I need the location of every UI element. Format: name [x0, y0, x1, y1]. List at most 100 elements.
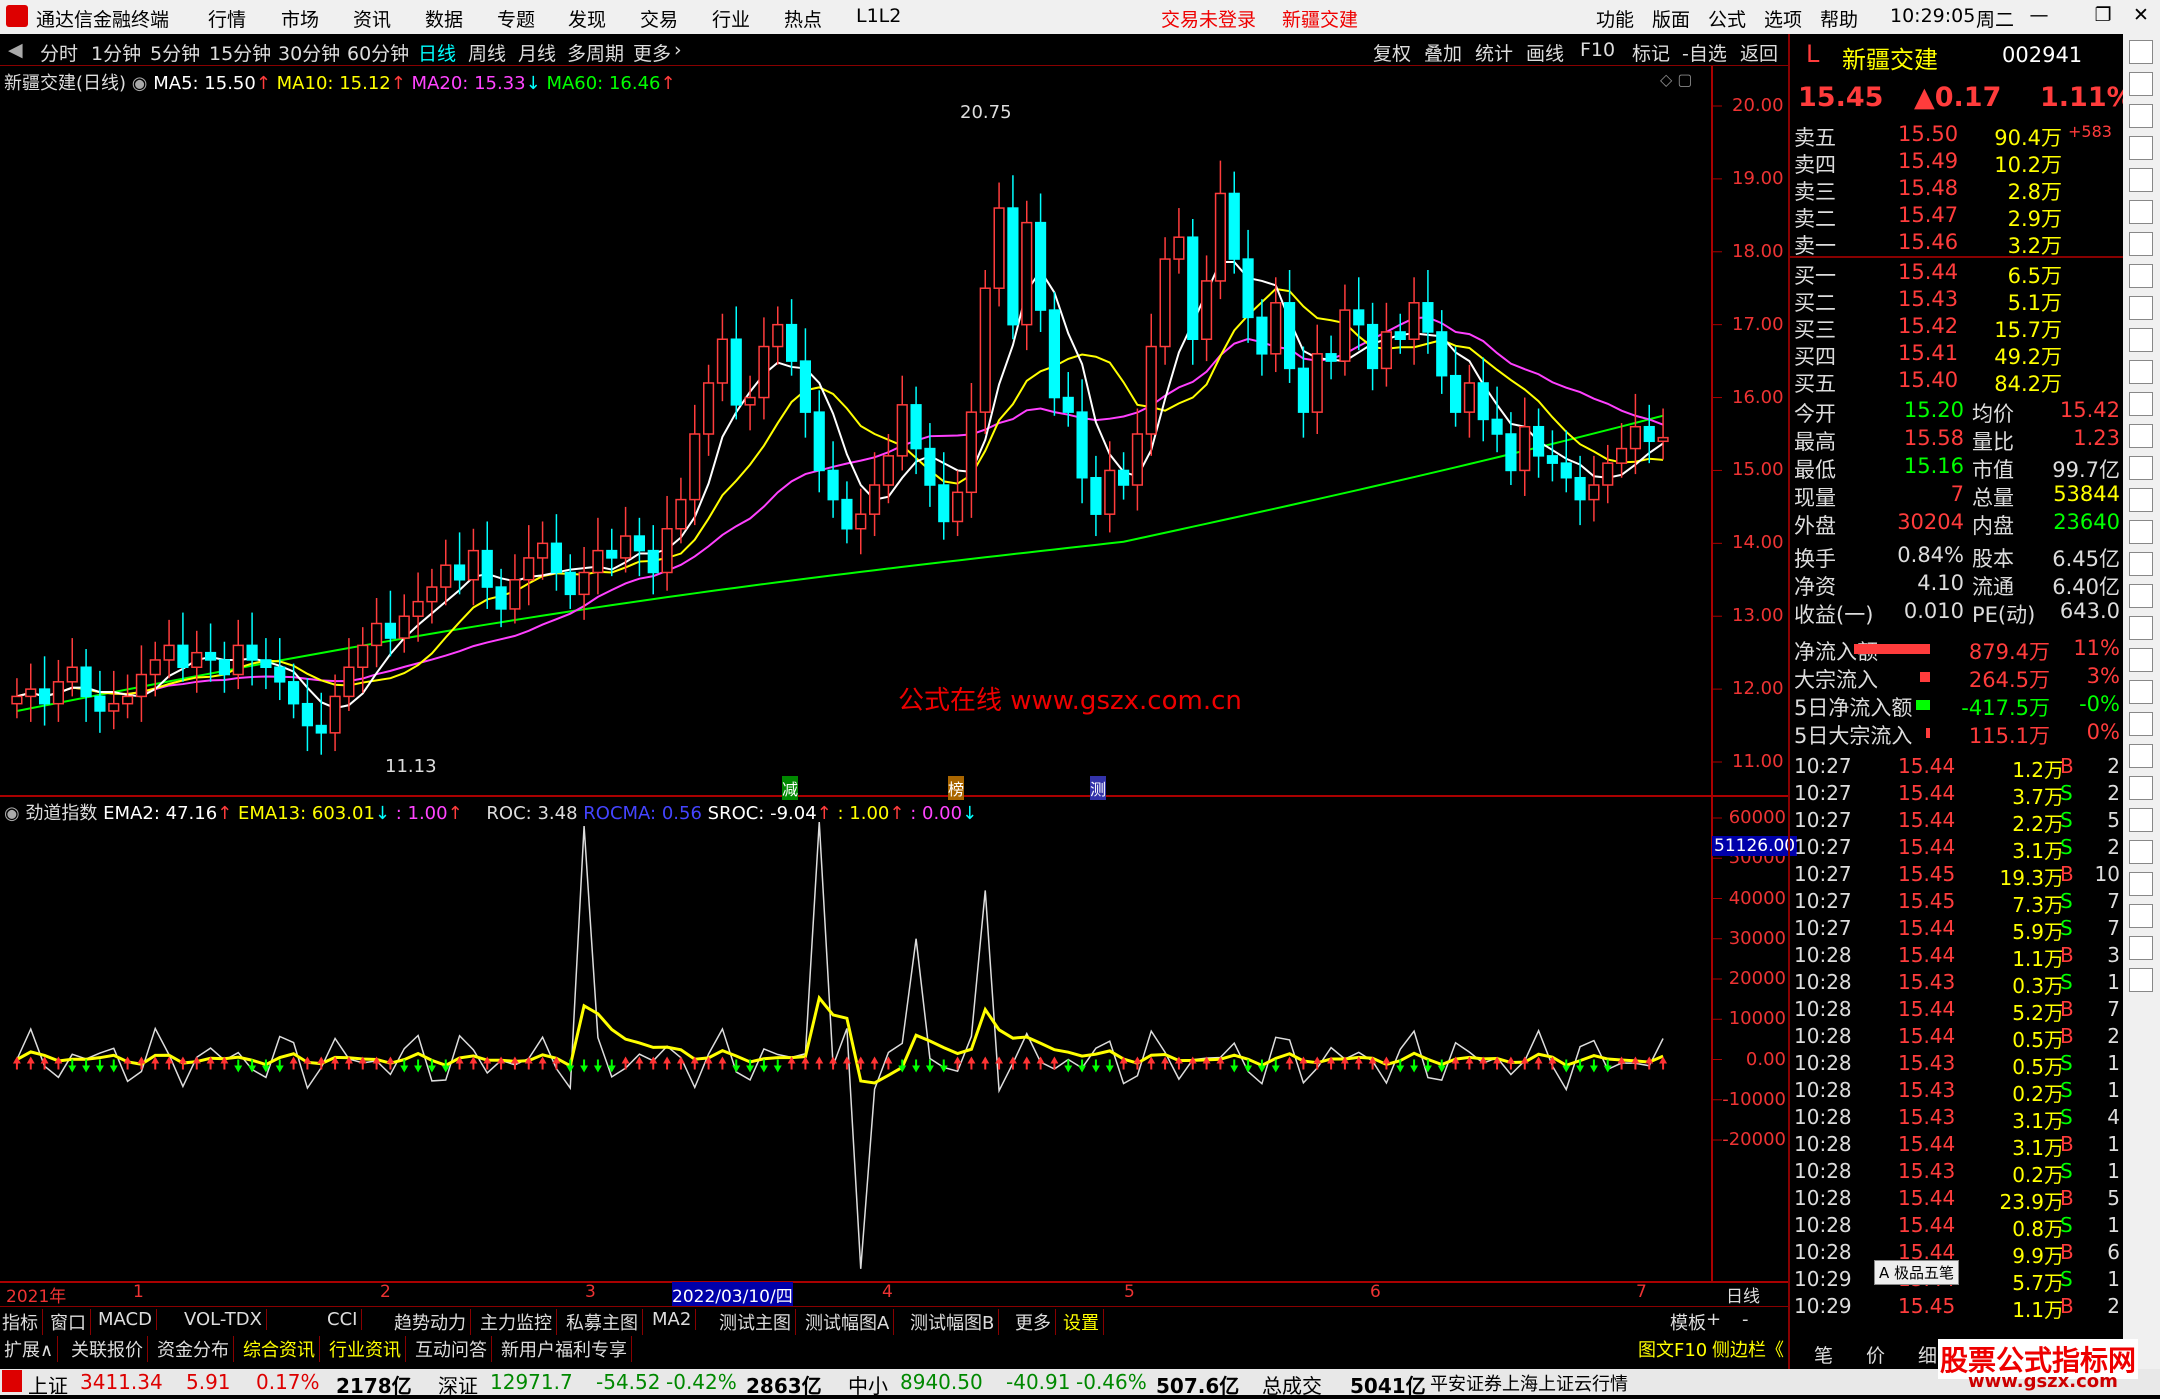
- tab-11[interactable]: 测试幅图B: [910, 1309, 1000, 1335]
- menu-shichang[interactable]: 市场: [281, 5, 319, 32]
- period-1min[interactable]: 1分钟: [91, 39, 141, 66]
- bar-chart-icon[interactable]: [2129, 136, 2153, 160]
- candle-chart-icon[interactable]: [2129, 200, 2153, 224]
- info-tab-6[interactable]: 新用户福利专享: [501, 1336, 632, 1362]
- n-icon[interactable]: [2129, 872, 2153, 896]
- tab-8[interactable]: MA2: [652, 1309, 697, 1330]
- info-tab-4[interactable]: 行业资讯: [329, 1336, 406, 1362]
- tab-6[interactable]: 主力监控: [480, 1309, 557, 1335]
- j-icon[interactable]: [2129, 936, 2153, 960]
- info-tab-0[interactable]: 扩展∧: [4, 1336, 59, 1362]
- tab-1[interactable]: 窗口: [50, 1309, 91, 1335]
- 60-icon[interactable]: [2129, 744, 2153, 768]
- btn-fanhui[interactable]: 返回: [1740, 39, 1778, 66]
- 5-icon[interactable]: [2129, 648, 2153, 672]
- minimize-icon[interactable]: —: [2026, 4, 2052, 28]
- info-icon[interactable]: [2129, 104, 2153, 128]
- period-60min[interactable]: 60分钟: [347, 39, 409, 66]
- period-multi[interactable]: 多周期: [567, 39, 624, 66]
- kline-chart-svg[interactable]: [0, 66, 1788, 1286]
- period-30min[interactable]: 30分钟: [278, 39, 340, 66]
- tab-0[interactable]: 指标: [2, 1309, 43, 1335]
- chart-area[interactable]: 新疆交建(日线) ◉ MA5: 15.50↑ MA10: 15.12↑ MA20…: [0, 66, 1798, 1307]
- fs-icon[interactable]: [2129, 584, 2153, 608]
- restore-icon[interactable]: ❐: [2090, 4, 2116, 28]
- 30-icon[interactable]: [2129, 712, 2153, 736]
- tab-13[interactable]: 设置: [1063, 1309, 1104, 1335]
- tab-12[interactable]: 更多: [1015, 1309, 1056, 1335]
- tab-9[interactable]: 测试主图: [719, 1309, 796, 1335]
- period-month[interactable]: 月线: [518, 39, 556, 66]
- tab-right-1[interactable]: +: [1706, 1309, 1721, 1330]
- toolbar-toggle-icon[interactable]: ◀: [8, 39, 23, 61]
- up-arrow-icon[interactable]: [2129, 40, 2153, 64]
- tab-f10[interactable]: 图文F10: [1638, 1336, 1707, 1362]
- menu-redian[interactable]: 热点: [784, 5, 822, 32]
- btn-zixuan[interactable]: -自选: [1682, 39, 1727, 66]
- period-fenshi[interactable]: 分时: [40, 39, 78, 66]
- btn-biaoji[interactable]: 标记: [1632, 39, 1670, 66]
- btn-fuquan[interactable]: 复权: [1373, 39, 1411, 66]
- tab-right-0[interactable]: 模板: [1670, 1309, 1706, 1335]
- d-icon[interactable]: [2129, 904, 2153, 928]
- trade-status[interactable]: 交易未登录: [1161, 5, 1256, 32]
- period-5min[interactable]: 5分钟: [150, 39, 200, 66]
- menu-gongneng[interactable]: 功能: [1596, 5, 1634, 32]
- quote-tab-1[interactable]: 价: [1866, 1341, 1885, 1368]
- info-tab-1[interactable]: 关联报价: [71, 1336, 148, 1362]
- period-day[interactable]: 日线: [418, 39, 456, 66]
- btn-diejia[interactable]: 叠加: [1424, 39, 1462, 66]
- rsi-icon[interactable]: [2129, 456, 2153, 480]
- sub-legend-toggle-icon[interactable]: ◉: [4, 803, 25, 824]
- y2-icon[interactable]: [2129, 968, 2153, 992]
- fz-icon[interactable]: [2129, 360, 2153, 384]
- down-arrow-icon[interactable]: [2129, 72, 2153, 96]
- menu-shuju[interactable]: 数据: [425, 5, 463, 32]
- period-week[interactable]: 周线: [468, 39, 506, 66]
- tab-4[interactable]: CCI: [327, 1309, 363, 1330]
- marker-ce[interactable]: 测: [1090, 776, 1107, 800]
- period-more[interactable]: 更多: [633, 39, 671, 66]
- btn-tongji[interactable]: 统计: [1475, 39, 1513, 66]
- menu-l1l2[interactable]: L1L2: [856, 5, 901, 27]
- info-tab-2[interactable]: 资金分布: [157, 1336, 234, 1362]
- tab-sidebar[interactable]: 侧边栏《: [1712, 1336, 1784, 1362]
- ni-icon[interactable]: [2129, 552, 2153, 576]
- menu-zhuanti[interactable]: 专题: [497, 5, 535, 32]
- plus-icon[interactable]: [2129, 520, 2153, 544]
- close-icon[interactable]: ✕: [2128, 4, 2154, 28]
- menu-xuanxiang[interactable]: 选项: [1764, 5, 1802, 32]
- marker-bang[interactable]: 榜: [948, 776, 965, 800]
- tab-10[interactable]: 测试幅图A: [805, 1309, 895, 1335]
- doc-icon[interactable]: [2129, 264, 2153, 288]
- 15-icon[interactable]: [2129, 680, 2153, 704]
- tab-right-2[interactable]: -: [1742, 1309, 1749, 1330]
- menu-gongshi[interactable]: 公式: [1708, 5, 1746, 32]
- 1-icon[interactable]: [2129, 616, 2153, 640]
- y-icon[interactable]: [2129, 840, 2153, 864]
- tab-3[interactable]: VOL-TDX: [184, 1309, 267, 1330]
- info-tab-3[interactable]: 综合资讯: [243, 1336, 320, 1362]
- menu-banmian[interactable]: 版面: [1652, 5, 1690, 32]
- quote-tab-2[interactable]: 细: [1918, 1341, 1937, 1368]
- period-15min[interactable]: 15分钟: [209, 39, 271, 66]
- z-icon[interactable]: [2129, 808, 2153, 832]
- menu-hangqing[interactable]: 行情: [208, 5, 246, 32]
- line-chart-icon[interactable]: [2129, 168, 2153, 192]
- chart2-icon[interactable]: [2129, 328, 2153, 352]
- menu-jiaoyi[interactable]: 交易: [640, 5, 678, 32]
- tab-7[interactable]: 私募主图: [566, 1309, 643, 1335]
- info-tab-5[interactable]: 互动问答: [415, 1336, 492, 1362]
- sh-icon[interactable]: [2129, 392, 2153, 416]
- more-chevron-icon[interactable]: ›: [674, 39, 682, 61]
- menu-zixun[interactable]: 资讯: [353, 5, 391, 32]
- btn-huaxian[interactable]: 画线: [1526, 39, 1564, 66]
- f10-icon[interactable]: [2129, 296, 2153, 320]
- kline-chart-icon[interactable]: [2129, 232, 2153, 256]
- tab-5[interactable]: 趋势动力: [394, 1309, 471, 1335]
- legend-toggle-icon[interactable]: ◉: [132, 73, 153, 94]
- ime-float-tab[interactable]: A 极品五笔: [1874, 1260, 1960, 1285]
- quote-tab-0[interactable]: 笔: [1814, 1341, 1833, 1368]
- chart-corner-icons[interactable]: ◇ ▢: [1660, 70, 1693, 89]
- fc-icon[interactable]: [2129, 488, 2153, 512]
